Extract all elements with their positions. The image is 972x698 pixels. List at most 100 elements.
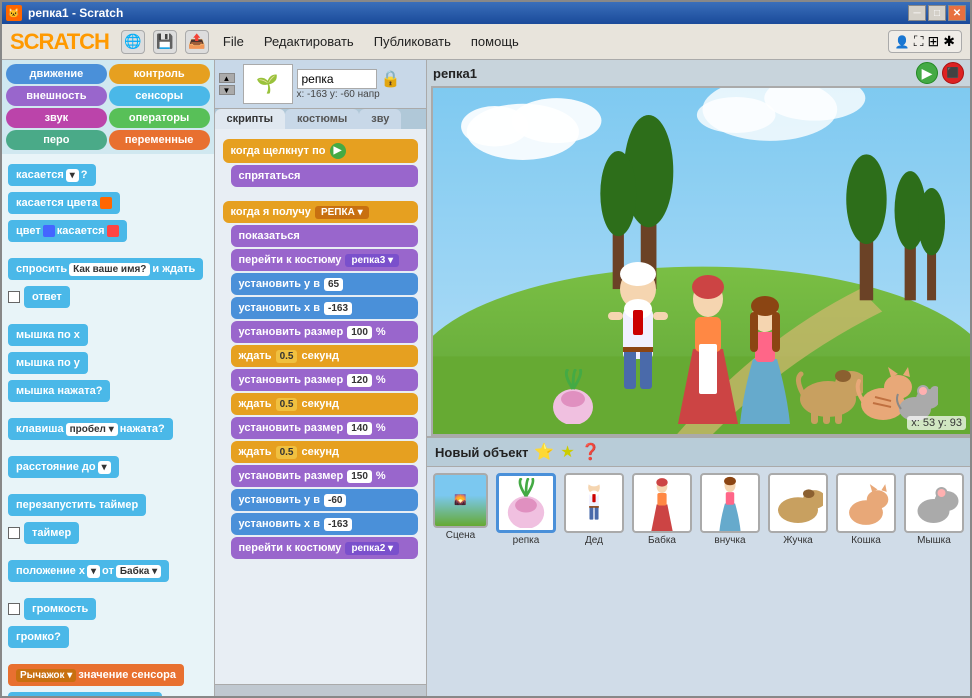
script-set-x-minus163[interactable]: установить x в -163 — [231, 513, 419, 535]
maximize-button[interactable]: □ — [928, 5, 946, 21]
scene-name: Сцена — [446, 530, 475, 541]
tab-costumes[interactable]: костюмы — [285, 109, 359, 129]
block-mouse-down[interactable]: мышка нажата? — [8, 380, 110, 402]
block-loud[interactable]: громко? — [8, 626, 69, 648]
block-touching-color[interactable]: касается цвета — [8, 192, 120, 214]
help-menu[interactable]: помощь — [465, 32, 525, 51]
tab-scripts[interactable]: скрипты — [215, 109, 286, 129]
block-position-of[interactable]: положение x ▾ от Бабка ▾ — [8, 560, 169, 582]
script-wait-0-5-2[interactable]: ждать 0.5 секунд — [231, 393, 419, 415]
block-sensor-value[interactable]: Рычажок ▾ значение сенсора — [8, 664, 184, 686]
blocks-panel: движение контроль внешность сенсоры звук… — [2, 60, 215, 696]
tab-sounds[interactable]: зву — [359, 109, 401, 129]
close-button[interactable]: ✕ — [948, 5, 966, 21]
script-set-x-163[interactable]: установить x в -163 — [231, 297, 419, 319]
stop-button[interactable]: ⬛ — [942, 62, 964, 84]
add-sprite-from-file[interactable]: ⭐ — [534, 442, 554, 462]
minimize-button[interactable]: ─ — [908, 5, 926, 21]
add-sprite-from-library[interactable]: ★ — [560, 442, 574, 462]
sprite-thumbnail: 🌱 — [243, 64, 293, 104]
file-menu[interactable]: File — [217, 32, 250, 51]
blocks-library: касается ▾ ? касается цвета цвет касаетс… — [2, 154, 214, 696]
sprite-item-zhuchka[interactable]: Жучка — [766, 471, 830, 548]
block-sensor-pressed[interactable]: сенсор ▾ кнопка нажата? — [8, 692, 162, 696]
script-set-size-140[interactable]: установить размер 140 % — [231, 417, 419, 439]
block-reset-timer[interactable]: перезапустить таймер — [8, 494, 146, 516]
script-show[interactable]: показаться — [231, 225, 419, 247]
category-operators[interactable]: операторы — [109, 108, 210, 128]
save-icon[interactable]: 💾 — [153, 30, 177, 54]
script-set-size-100[interactable]: установить размер 100 % — [231, 321, 419, 343]
scripts-scrollbar-h[interactable] — [215, 684, 427, 696]
main-content: движение контроль внешность сенсоры звук… — [2, 60, 970, 696]
header-collapse-up[interactable]: ▲ — [219, 73, 235, 83]
script-set-y-65[interactable]: установить y в 65 — [231, 273, 419, 295]
settings-icon[interactable]: ✱ — [943, 33, 955, 50]
share-menu[interactable]: Публиковать — [368, 32, 457, 51]
category-control[interactable]: контроль — [109, 64, 210, 84]
block-touching[interactable]: касается ▾ ? — [8, 164, 96, 186]
category-pen[interactable]: перо — [6, 130, 107, 150]
script-hide[interactable]: спрятаться — [231, 165, 419, 187]
grid-icon[interactable]: ⊞ — [928, 33, 940, 50]
script-wait-0-5-1[interactable]: ждать 0.5 секунд — [231, 345, 419, 367]
script-set-y-minus60[interactable]: установить y в -60 — [231, 489, 419, 511]
timer-checkbox[interactable] — [8, 527, 20, 539]
category-variables[interactable]: переменные — [109, 130, 210, 150]
block-answer[interactable]: ответ — [24, 286, 70, 308]
answer-checkbox[interactable] — [8, 291, 20, 303]
scratch-logo: SCRATCH — [10, 29, 109, 55]
block-key-pressed[interactable]: клавиша пробел ▾ нажата? — [8, 418, 173, 440]
categories-grid: движение контроль внешность сенсоры звук… — [2, 60, 214, 154]
menu-bar: SCRATCH 🌐 💾 📤 File Редактировать Публико… — [2, 24, 970, 60]
sprite-item-myshka[interactable]: Мышка — [902, 471, 966, 548]
char-repka — [548, 369, 598, 424]
category-motion[interactable]: движение — [6, 64, 107, 84]
block-ask[interactable]: спросить Как ваше имя? и ждать — [8, 258, 203, 280]
category-sensing[interactable]: сенсоры — [109, 86, 210, 106]
category-looks[interactable]: внешность — [6, 86, 107, 106]
add-sprite-help[interactable]: ❓ — [581, 442, 601, 462]
sprite-item-vnuchka[interactable]: внучка — [698, 471, 762, 548]
edit-menu[interactable]: Редактировать — [258, 32, 360, 51]
stage-title: репка1 — [433, 66, 916, 81]
script-switch-costume-repka2[interactable]: перейти к костюму репка2 ▾ — [231, 537, 419, 559]
block-volume[interactable]: громкость — [24, 598, 96, 620]
account-controls: 👤 ⛶ ⊞ ✱ — [888, 30, 962, 53]
script-group-1: когда щелкнут по ▶ спрятаться — [223, 139, 419, 187]
title-bar: 🐱 репка1 - Scratch ─ □ ✕ — [2, 2, 970, 24]
sprite-name-input[interactable] — [297, 69, 377, 89]
repka-thumbnail — [496, 473, 556, 533]
header-collapse-down[interactable]: ▼ — [219, 85, 235, 95]
stage-coords: x: 53 y: 93 — [907, 416, 966, 430]
script-when-flag-clicked[interactable]: когда щелкнут по ▶ — [223, 139, 419, 163]
fullscreen-icon[interactable]: ⛶ — [914, 33, 924, 50]
sprite-item-scene[interactable]: 🌄 Сцена — [431, 471, 490, 543]
babka-name: Бабка — [648, 535, 676, 546]
block-color-touching-color[interactable]: цвет касается — [8, 220, 127, 242]
script-set-size-150[interactable]: установить размер 150 % — [231, 465, 419, 487]
sprite-item-ded[interactable]: Дед — [562, 471, 626, 548]
block-mouse-x[interactable]: мышка по x — [8, 324, 88, 346]
block-distance-to[interactable]: расстояние до ▾ — [8, 456, 119, 478]
sprite-item-babka[interactable]: Бабка — [630, 471, 694, 548]
green-flag-button[interactable]: ▶ — [916, 62, 938, 84]
volume-checkbox[interactable] — [8, 603, 20, 615]
script-set-size-120[interactable]: установить размер 120 % — [231, 369, 419, 391]
share-icon[interactable]: 📤 — [185, 30, 209, 54]
scripts-editor: когда щелкнут по ▶ спрятаться когда я по… — [215, 129, 427, 684]
lock-icon[interactable]: 🔒 — [381, 69, 401, 89]
sprite-item-koshka[interactable]: Кошка — [834, 471, 898, 548]
script-wait-0-5-3[interactable]: ждать 0.5 секунд — [231, 441, 419, 463]
block-mouse-y[interactable]: мышка по y — [8, 352, 88, 374]
category-sound[interactable]: звук — [6, 108, 107, 128]
script-switch-costume-repka3[interactable]: перейти к костюму репка3 ▾ — [231, 249, 419, 271]
block-timer[interactable]: таймер — [24, 522, 79, 544]
profile-icon[interactable]: 👤 — [895, 35, 910, 49]
sprite-item-repka[interactable]: репка — [494, 471, 558, 548]
sprite-info: 🔒 x: -163 y: -60 напр — [297, 69, 423, 100]
globe-icon[interactable]: 🌐 — [121, 30, 145, 54]
window-controls: ─ □ ✕ — [908, 5, 966, 21]
script-when-receive[interactable]: когда я получу РЕПКА ▾ — [223, 201, 419, 223]
vnuchka-name: внучка — [714, 535, 745, 546]
